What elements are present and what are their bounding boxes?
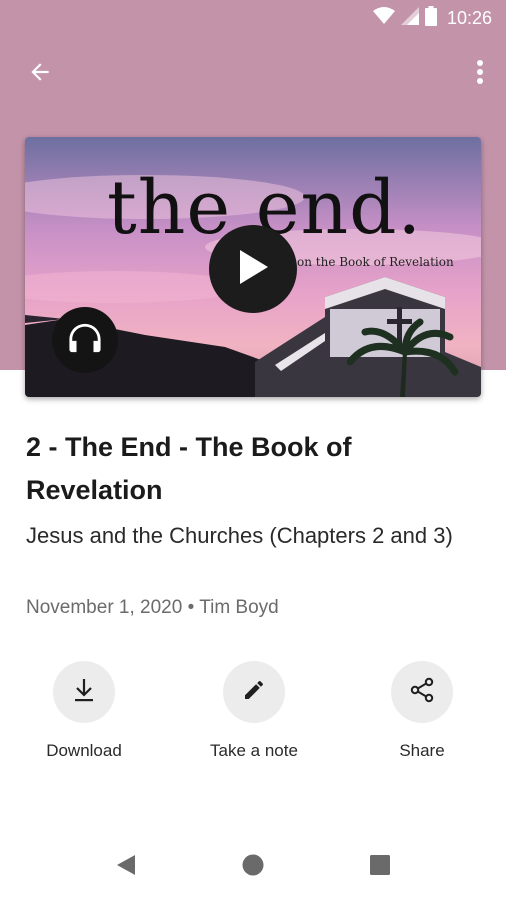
- app-bar: [0, 52, 506, 96]
- sermon-speaker: Tim Boyd: [199, 597, 279, 618]
- listen-audio-button[interactable]: [52, 307, 118, 373]
- wifi-icon: [372, 6, 395, 30]
- status-time: 10:26: [446, 7, 492, 28]
- download-icon: [72, 677, 96, 708]
- play-button[interactable]: [209, 225, 297, 313]
- play-icon: [236, 248, 270, 291]
- nav-home-button[interactable]: [240, 854, 266, 880]
- nav-back-button[interactable]: [113, 854, 139, 880]
- share-circle: [391, 661, 453, 723]
- meta-separator: •: [187, 597, 195, 618]
- sermon-subtitle: Jesus and the Churches (Chapters 2 and 3…: [26, 523, 453, 548]
- home-circle-icon: [241, 853, 265, 882]
- pencil-icon: [242, 678, 266, 707]
- sermon-date: November 1, 2020: [26, 597, 183, 618]
- download-button[interactable]: Download: [9, 661, 159, 761]
- system-navigation-bar: [0, 836, 506, 896]
- signal-icon: [400, 6, 419, 30]
- download-circle: [53, 661, 115, 723]
- sermon-title: 2 - The End - The Book of Revelation: [26, 432, 352, 505]
- recents-square-icon: [369, 854, 391, 881]
- take-note-button[interactable]: Take a note: [179, 661, 329, 761]
- download-label: Download: [46, 741, 122, 760]
- take-note-circle: [223, 661, 285, 723]
- battery-icon: [424, 5, 437, 31]
- back-button[interactable]: [20, 56, 60, 92]
- status-bar: 10:26: [0, 0, 506, 36]
- share-button[interactable]: Share: [347, 661, 497, 761]
- sermon-meta: November 1, 2020 • Tim Boyd: [26, 597, 279, 619]
- sermon-artwork: the end. on the Book of Revelation: [25, 137, 481, 397]
- headphones-icon: [68, 322, 102, 359]
- more-options-button[interactable]: [468, 56, 492, 92]
- share-label: Share: [399, 741, 445, 760]
- share-icon: [409, 677, 435, 708]
- status-icons: 10:26: [372, 5, 492, 31]
- back-triangle-icon: [115, 853, 137, 882]
- arrow-left-icon: [27, 59, 53, 90]
- more-vert-icon: [476, 59, 484, 90]
- take-note-label: Take a note: [210, 741, 298, 760]
- artwork-subtitle-text: on the Book of Revelation: [297, 255, 454, 269]
- nav-recents-button[interactable]: [367, 854, 393, 880]
